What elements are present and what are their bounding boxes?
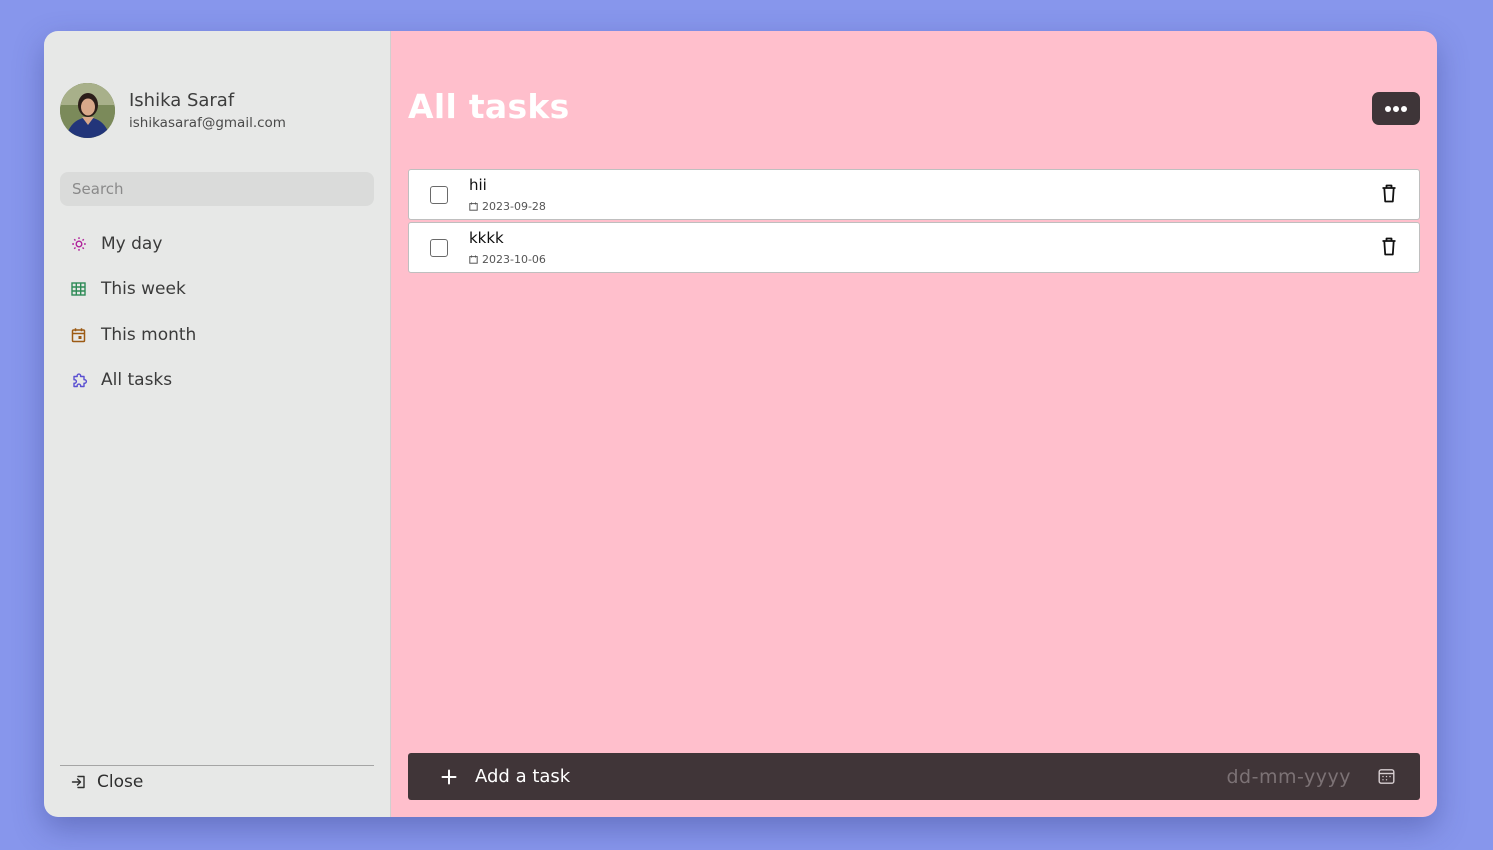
trash-icon — [1381, 237, 1397, 256]
main-panel: All tasks hii 2023-09-28 kkkk 2023-10-06… — [391, 31, 1437, 817]
task-title: kkkk — [469, 229, 504, 247]
task-checkbox[interactable] — [430, 186, 448, 204]
task-date: 2023-09-28 — [469, 200, 546, 213]
add-task-input[interactable] — [475, 761, 1095, 792]
trash-icon — [1381, 184, 1397, 203]
user-email: ishikasaraf@gmail.com — [129, 114, 286, 131]
calendar-icon — [469, 202, 478, 211]
sidebar-divider — [60, 765, 374, 766]
sidebar-item-label: This week — [101, 279, 186, 300]
sidebar: Ishika Saraf ishikasaraf@gmail.com My da… — [44, 31, 391, 817]
page-title: All tasks — [408, 87, 570, 126]
sidebar-item-my-day[interactable]: My day — [64, 221, 370, 267]
task-date: 2023-10-06 — [469, 253, 546, 266]
sidebar-item-label: All tasks — [101, 370, 173, 391]
task-item[interactable]: hii 2023-09-28 — [408, 169, 1420, 220]
more-dots-icon — [1384, 105, 1408, 113]
calendar-icon — [1378, 769, 1395, 784]
add-task-button[interactable] — [441, 769, 457, 785]
more-options-button[interactable] — [1372, 92, 1420, 125]
puzzle-icon — [64, 372, 96, 389]
close-button[interactable]: Close — [71, 772, 143, 792]
task-title: hii — [469, 176, 487, 194]
search-input[interactable] — [60, 172, 374, 206]
avatar — [60, 83, 115, 138]
due-date-input[interactable]: dd-mm-yyyy — [1227, 766, 1352, 788]
sun-icon — [64, 236, 96, 252]
sign-out-icon — [71, 774, 87, 790]
app-window: Ishika Saraf ishikasaraf@gmail.com My da… — [44, 31, 1437, 817]
user-profile[interactable]: Ishika Saraf ishikasaraf@gmail.com — [60, 83, 286, 138]
sidebar-item-label: My day — [101, 233, 163, 254]
sidebar-item-all-tasks[interactable]: All tasks — [64, 358, 370, 404]
task-date-text: 2023-10-06 — [482, 253, 546, 266]
calendar-icon — [469, 255, 478, 264]
sidebar-item-this-week[interactable]: This week — [64, 267, 370, 313]
delete-button[interactable] — [1381, 184, 1397, 203]
calendar-icon — [64, 327, 96, 343]
user-name: Ishika Saraf — [129, 89, 235, 111]
date-picker-button[interactable] — [1378, 768, 1395, 785]
sidebar-item-this-month[interactable]: This month — [64, 312, 370, 358]
grid-icon — [64, 282, 96, 296]
task-list: hii 2023-09-28 kkkk 2023-10-06 — [408, 169, 1420, 275]
sidebar-item-label: This month — [101, 324, 197, 345]
plus-icon — [441, 769, 457, 784]
task-checkbox[interactable] — [430, 239, 448, 257]
task-date-text: 2023-09-28 — [482, 200, 546, 213]
sidebar-nav: My day This week This month All tasks — [64, 221, 370, 403]
close-label: Close — [97, 772, 144, 792]
add-task-bar: dd-mm-yyyy — [408, 753, 1420, 800]
task-item[interactable]: kkkk 2023-10-06 — [408, 222, 1420, 273]
avatar-image — [60, 83, 115, 138]
delete-button[interactable] — [1381, 237, 1397, 256]
